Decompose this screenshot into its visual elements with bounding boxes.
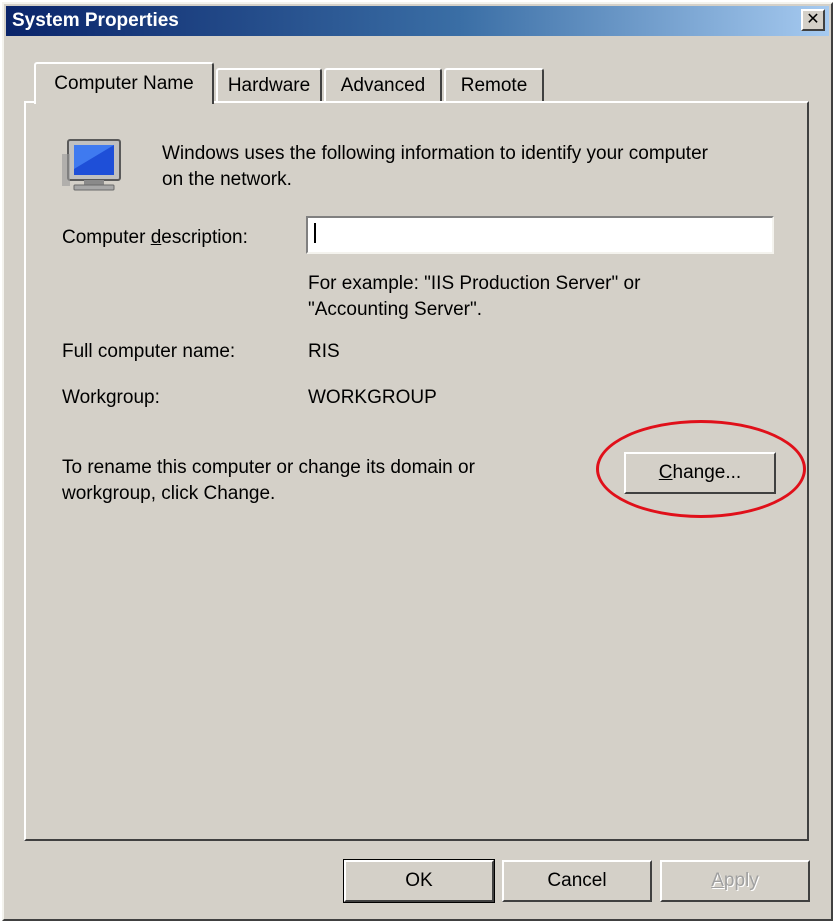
tab-label: Remote [460, 75, 528, 96]
cancel-button[interactable]: Cancel [502, 860, 652, 902]
example-text-line2: "Accounting Server". [308, 299, 483, 320]
example-text-line1: For example: "IIS Production Server" or [308, 273, 641, 294]
ok-button[interactable]: OK [343, 859, 495, 903]
tab-remote[interactable]: Remote [444, 68, 544, 102]
close-button[interactable]: ✕ [801, 9, 825, 31]
change-button[interactable]: Change... [624, 452, 776, 494]
computer-description-input[interactable] [306, 216, 774, 254]
text-caret [314, 223, 316, 243]
tab-advanced[interactable]: Advanced [324, 68, 442, 102]
rename-instructions-line1: To rename this computer or change its do… [62, 457, 475, 478]
tab-hardware[interactable]: Hardware [216, 68, 322, 102]
intro-text-line2: on the network. [162, 169, 292, 190]
workgroup-value: WORKGROUP [308, 387, 437, 408]
tab-label: Computer Name [54, 73, 194, 94]
tab-label: Advanced [340, 75, 426, 96]
apply-button[interactable]: Apply [660, 860, 810, 902]
full-computer-name-label: Full computer name: [62, 341, 236, 362]
tab-label: Hardware [227, 75, 311, 96]
rename-instructions-line2: workgroup, click Change. [62, 483, 276, 504]
full-computer-name-value: RIS [308, 341, 340, 362]
close-icon: ✕ [806, 11, 820, 28]
title-bar[interactable]: System Properties ✕ [6, 6, 829, 36]
workgroup-label: Workgroup: [62, 387, 160, 408]
tab-computer-name[interactable]: Computer Name [34, 62, 214, 104]
intro-text-line1: Windows uses the following information t… [162, 143, 708, 164]
window-title: System Properties [12, 10, 179, 31]
computer-description-label: Computer description: [62, 227, 248, 248]
computer-monitor-icon [62, 139, 121, 191]
